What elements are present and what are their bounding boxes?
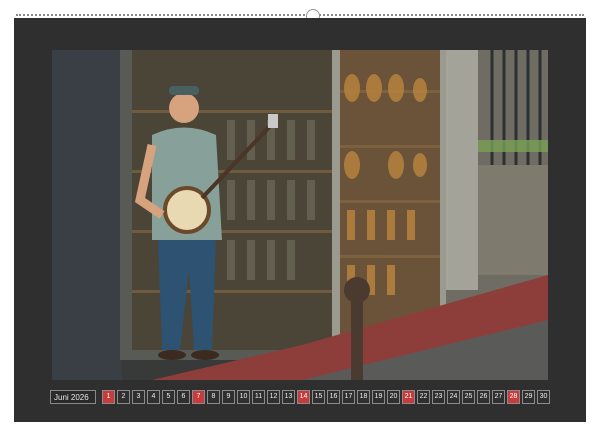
day-cell: 14 (297, 390, 310, 404)
day-cell: 23 (432, 390, 445, 404)
day-cells: 1 2 3 4 5 6 7 8 9 10 11 12 13 14 15 16 17 18 19 20 21 22 23 24 2… (102, 390, 550, 406)
day-cell: 4 (147, 390, 160, 404)
day-cell: 11 (252, 390, 265, 404)
day-cell: 3 (132, 390, 145, 404)
day-cell: 9 (222, 390, 235, 404)
window-mullion (332, 50, 340, 350)
day-cell: 1 (102, 390, 115, 404)
day-cell: 28 (507, 390, 520, 404)
day-cell: 30 (537, 390, 550, 404)
day-cell: 6 (177, 390, 190, 404)
day-cell: 8 (207, 390, 220, 404)
day-cell: 12 (267, 390, 280, 404)
day-cell: 7 (192, 390, 205, 404)
day-cell: 15 (312, 390, 325, 404)
day-cell: 10 (237, 390, 250, 404)
day-cell: 16 (327, 390, 340, 404)
mural-illustration (52, 50, 548, 380)
day-cell: 20 (387, 390, 400, 404)
day-cell: 19 (372, 390, 385, 404)
street-art-photo (52, 50, 548, 380)
day-cell: 29 (522, 390, 535, 404)
day-cell: 21 (402, 390, 415, 404)
calendar-strip: Juni 2026 1 2 3 4 5 6 7 8 9 10 11 12 13 14 15 16 17 18 19 2… (50, 390, 550, 406)
day-cell: 25 (462, 390, 475, 404)
day-cell: 13 (282, 390, 295, 404)
day-cell: 17 (342, 390, 355, 404)
day-cell: 5 (162, 390, 175, 404)
spiral-binding-line (16, 14, 584, 16)
day-cell: 2 (117, 390, 130, 404)
day-cell: 22 (417, 390, 430, 404)
day-cell: 24 (447, 390, 460, 404)
month-label: Juni 2026 (50, 390, 96, 404)
day-cell: 18 (357, 390, 370, 404)
day-cell: 27 (492, 390, 505, 404)
day-cell: 26 (477, 390, 490, 404)
